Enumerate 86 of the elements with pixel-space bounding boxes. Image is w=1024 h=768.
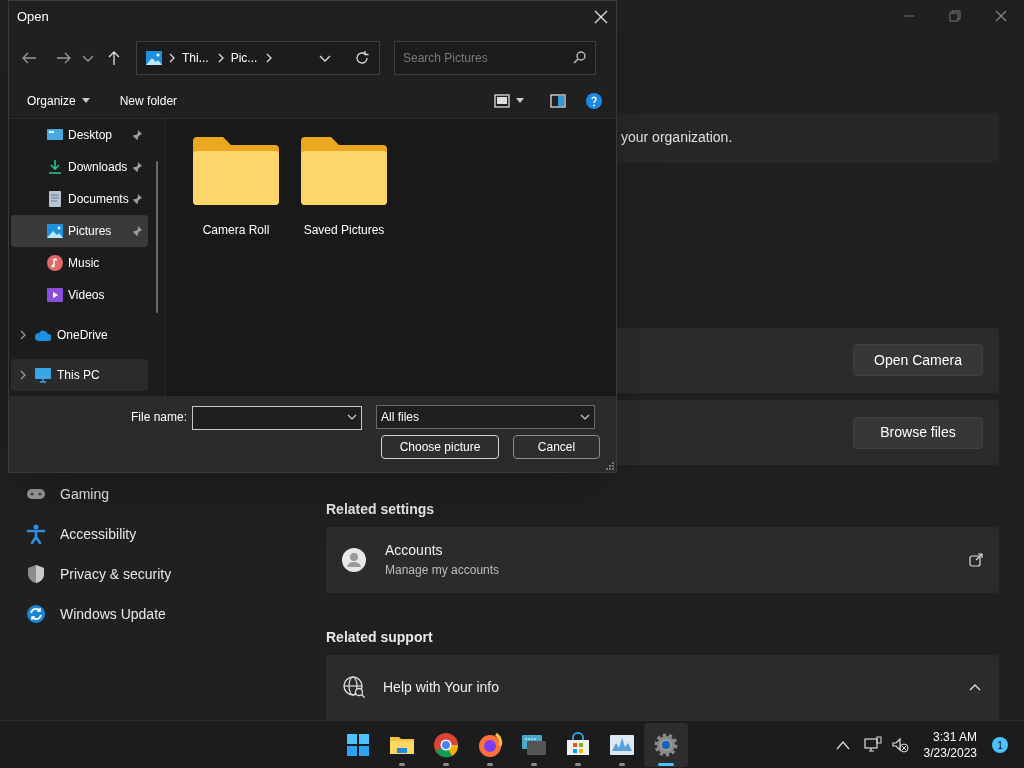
- cancel-button[interactable]: Cancel: [513, 435, 600, 459]
- chevron-right-icon: [168, 53, 176, 63]
- card-title: Help with Your info: [383, 677, 500, 697]
- external-link-icon[interactable]: [969, 552, 983, 567]
- choose-picture-button[interactable]: Choose picture: [381, 435, 499, 459]
- nav-pane-item[interactable]: Pictures: [11, 215, 148, 247]
- folder-item[interactable]: Camera Roll: [182, 137, 290, 239]
- new-folder-button[interactable]: New folder: [111, 86, 186, 115]
- chevron-right-icon[interactable]: [19, 370, 27, 380]
- caret-icon: [81, 98, 90, 103]
- chrome-icon: [432, 731, 460, 759]
- chevron-right-icon[interactable]: [19, 330, 27, 340]
- caret-icon[interactable]: [516, 98, 524, 103]
- restore-icon[interactable]: [949, 10, 961, 22]
- globe-search-icon: [342, 675, 366, 700]
- windows-icon: [344, 731, 372, 759]
- help-icon[interactable]: [586, 92, 602, 109]
- breadcrumb-item[interactable]: Thi...: [182, 49, 209, 67]
- account-icon: [342, 547, 366, 572]
- notice-text: your organization.: [621, 128, 733, 148]
- nav-pane-item[interactable]: Downloads: [11, 151, 148, 183]
- volume-muted-icon[interactable]: [891, 736, 909, 754]
- nav-item[interactable]: Accessibility: [60, 523, 137, 545]
- nav-item[interactable]: Privacy & security: [60, 563, 172, 585]
- taskbar-button[interactable]: [644, 723, 688, 767]
- clock-date: 3/23/2023: [923, 745, 977, 761]
- file-name-field[interactable]: [192, 406, 362, 430]
- chevron-down-icon[interactable]: [82, 54, 94, 62]
- dialog-title: Open: [17, 8, 49, 27]
- preview-pane-icon[interactable]: [550, 93, 566, 108]
- view-icon[interactable]: [494, 93, 510, 108]
- firefox-icon: [476, 731, 504, 759]
- chevron-right-icon: [216, 53, 225, 63]
- accessibility-icon: [26, 524, 46, 544]
- document-icon: [47, 191, 63, 207]
- music-icon: [47, 255, 63, 271]
- pictures-icon: [47, 223, 63, 239]
- folder-icon: [301, 137, 387, 205]
- gear-icon: [652, 731, 680, 759]
- field-label: File name:: [129, 409, 188, 426]
- chevron-up-icon[interactable]: [836, 740, 850, 750]
- folder-item[interactable]: Saved Pictures: [290, 137, 398, 239]
- scrollbar[interactable]: [156, 161, 158, 313]
- card-subtitle: Manage my accounts: [385, 562, 501, 580]
- shield-icon: [26, 564, 46, 584]
- nav-pane-item[interactable]: Videos: [11, 279, 148, 311]
- chevron-down-icon[interactable]: [347, 414, 357, 420]
- download-icon: [47, 159, 63, 175]
- chevron-up-icon[interactable]: [969, 683, 981, 692]
- nav-pane-item[interactable]: Music: [11, 247, 148, 279]
- network-icon[interactable]: [864, 736, 882, 754]
- desktop-icon: [47, 127, 63, 143]
- up-arrow-icon[interactable]: [106, 50, 122, 66]
- nav-item[interactable]: Windows Update: [60, 603, 166, 625]
- refresh-icon[interactable]: [355, 51, 369, 65]
- nav-pane-item[interactable]: Desktop: [11, 119, 148, 151]
- video-icon: [47, 287, 63, 303]
- chevron-right-icon: [265, 53, 274, 63]
- forward-arrow-icon[interactable]: [56, 50, 72, 66]
- resize-grip-icon[interactable]: [606, 462, 614, 470]
- nav-pane-item[interactable]: OneDrive: [11, 319, 148, 351]
- breadcrumb-item[interactable]: Pic...: [230, 49, 258, 67]
- address-bar[interactable]: Thi... Pic...: [136, 41, 380, 75]
- card-title: Accounts: [385, 541, 444, 561]
- pictures-icon: [146, 50, 162, 66]
- section-heading: Related support: [326, 627, 434, 647]
- nav-pane-item[interactable]: Documents: [11, 183, 148, 215]
- help-card[interactable]: Help with Your info: [326, 654, 999, 720]
- search-field[interactable]: Search Pictures: [394, 41, 596, 75]
- file-type-dropdown[interactable]: All files: [376, 405, 595, 429]
- folder-icon: [193, 137, 279, 205]
- nav-pane-item[interactable]: This PC: [11, 359, 148, 391]
- accounts-card[interactable]: Accounts Manage my accounts: [326, 527, 999, 593]
- back-arrow-icon[interactable]: [21, 50, 37, 66]
- action-button[interactable]: Browse files: [853, 416, 983, 449]
- clock[interactable]: 3:31 AM 3/23/2023: [921, 729, 977, 761]
- chevron-down-icon: [580, 414, 590, 420]
- notification-badge[interactable]: 1: [992, 737, 1008, 753]
- section-heading: Related settings: [326, 500, 436, 520]
- sync-icon: [26, 604, 46, 624]
- search-icon[interactable]: [573, 51, 586, 64]
- nav-item[interactable]: Gaming: [60, 483, 110, 505]
- organize-menu[interactable]: Organize: [19, 86, 98, 115]
- action-button[interactable]: Open Camera: [853, 344, 983, 377]
- clock-time: 3:31 AM: [932, 729, 977, 745]
- monitor-icon: [35, 367, 51, 383]
